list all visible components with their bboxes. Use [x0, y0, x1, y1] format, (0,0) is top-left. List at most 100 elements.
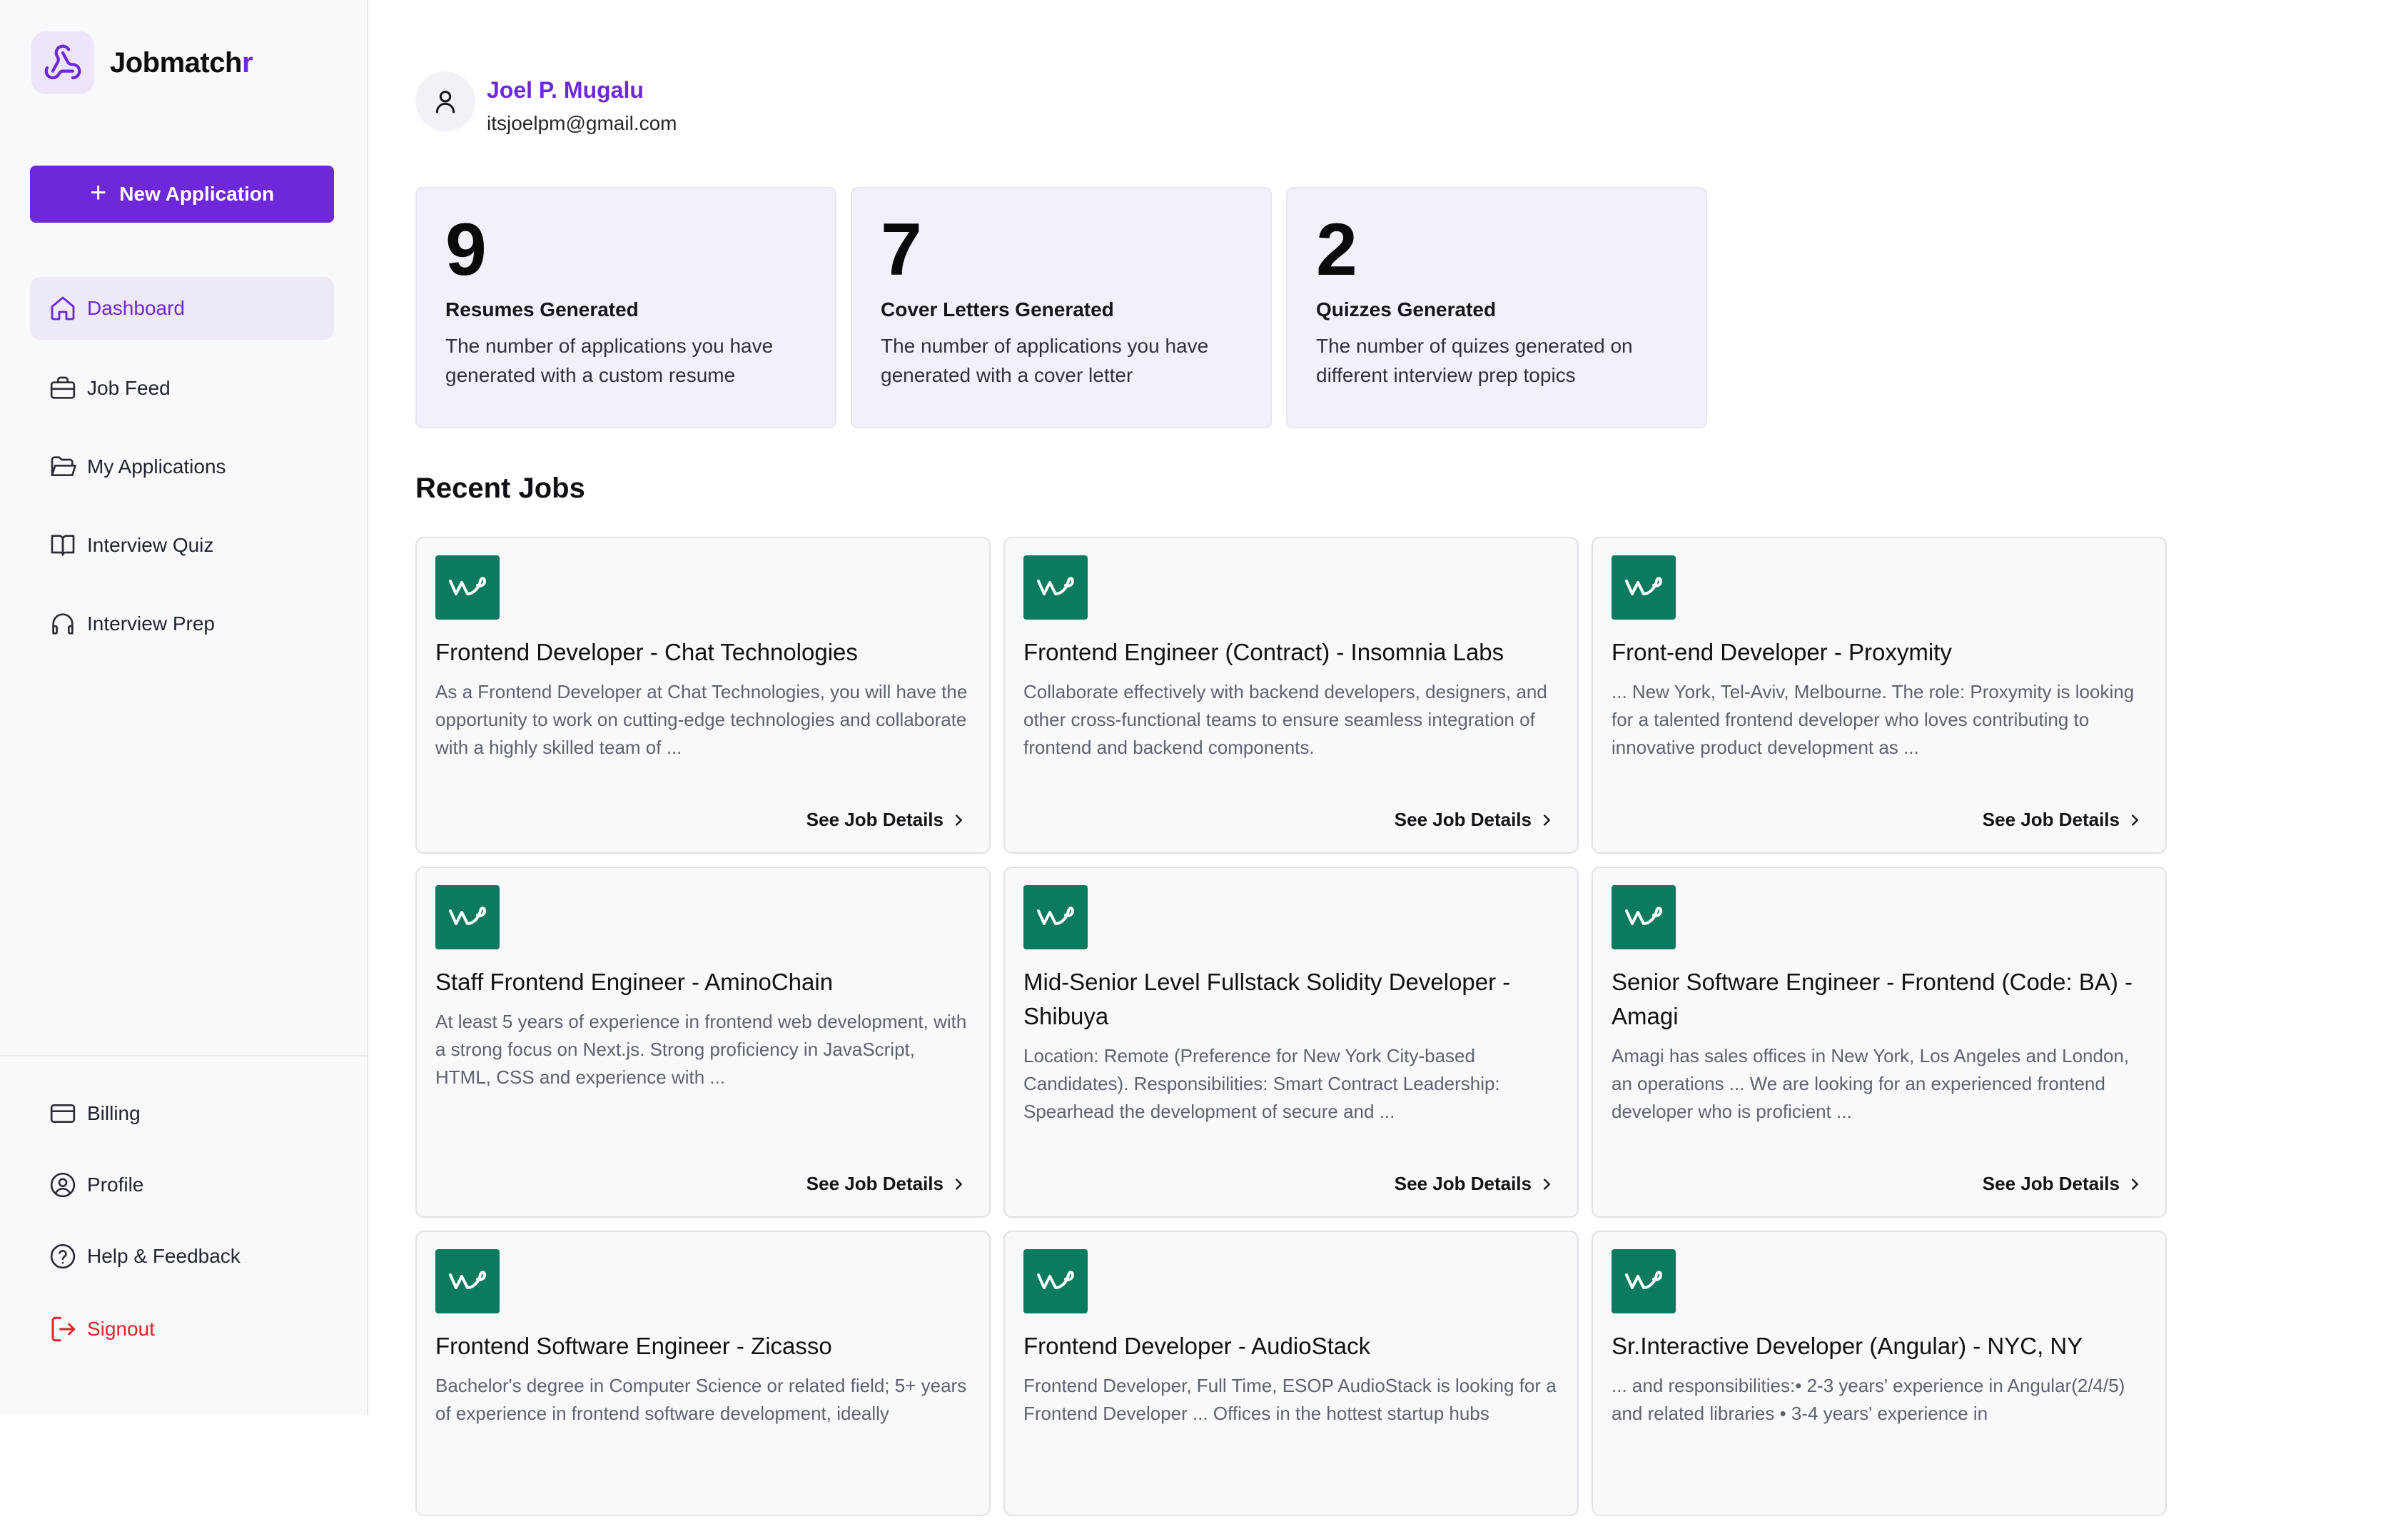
stat-title: Cover Letters Generated: [881, 298, 1114, 321]
sidebar-item-interview-prep[interactable]: Interview Prep: [30, 592, 334, 655]
logout-icon: [47, 1313, 79, 1345]
credit-card-icon: [47, 1098, 79, 1129]
stat-value: 9: [445, 208, 487, 291]
job-title: Frontend Developer - AudioStack: [1023, 1333, 1371, 1359]
sidebar-item-signout[interactable]: Signout: [30, 1298, 334, 1361]
job-card[interactable]: Staff Frontend Engineer - AminoChain At …: [415, 867, 991, 1218]
link-label: See Job Details: [806, 809, 944, 830]
sidebar-item-label: Job Feed: [87, 377, 171, 399]
sidebar-item-label: Billing: [87, 1102, 141, 1124]
recent-jobs-grid: Frontend Developer - Chat Technologies A…: [415, 537, 2167, 1529]
book-icon: [47, 530, 79, 561]
job-title: Frontend Engineer (Contract) - Insomnia …: [1023, 639, 1504, 665]
job-card[interactable]: Sr.Interactive Developer (Angular) - NYC…: [1592, 1231, 2167, 1516]
new-application-label: New Application: [119, 183, 275, 205]
link-label: See Job Details: [1982, 1173, 2120, 1194]
plus-icon: +: [89, 177, 107, 208]
see-job-details-link[interactable]: See Job Details: [806, 1173, 966, 1195]
sidebar-item-label: Dashboard: [87, 297, 185, 319]
job-description: Amagi has sales offices in New York, Los…: [1612, 1045, 2130, 1122]
chevron-right-icon: [951, 1176, 966, 1192]
job-title: Senior Software Engineer - Frontend (Cod…: [1612, 969, 2133, 1029]
user-circle-icon: [47, 1169, 79, 1201]
stat-value: 7: [881, 208, 922, 291]
see-job-details-link[interactable]: See Job Details: [1395, 809, 1554, 831]
stat-description: The number of applications you have gene…: [445, 335, 774, 386]
job-description: ... New York, Tel-Aviv, Melbourne. The r…: [1612, 681, 2135, 758]
recent-jobs-title: Recent Jobs: [415, 473, 585, 504]
stat-card-quizzes: 2 Quizzes Generated The number of quizes…: [1286, 187, 1707, 428]
chevron-right-icon: [2127, 812, 2143, 828]
sidebar-item-my-applications[interactable]: My Applications: [30, 435, 334, 498]
sidebar: Jobmatchr + New Application Dashboard Jo…: [0, 0, 368, 1415]
app-name: Jobmatchr: [110, 46, 253, 79]
app-root: Jobmatchr + New Application Dashboard Jo…: [0, 0, 2408, 1516]
job-description: At least 5 years of experience in fronte…: [435, 1011, 967, 1088]
see-job-details-link[interactable]: See Job Details: [1395, 1173, 1554, 1195]
help-circle-icon: [47, 1241, 79, 1272]
stat-card-cover-letters: 7 Cover Letters Generated The number of …: [851, 187, 1272, 428]
new-application-button[interactable]: + New Application: [30, 166, 334, 223]
job-card[interactable]: Frontend Developer - AudioStack Frontend…: [1003, 1231, 1579, 1516]
sidebar-item-help-feedback[interactable]: Help & Feedback: [30, 1225, 334, 1288]
company-logo-icon: [1023, 885, 1088, 949]
job-title: Mid-Senior Level Fullstack Solidity Deve…: [1023, 969, 1511, 1029]
chevron-right-icon: [1539, 812, 1554, 828]
sidebar-item-job-feed[interactable]: Job Feed: [30, 357, 334, 420]
stat-title: Resumes Generated: [445, 298, 639, 321]
stat-description: The number of applications you have gene…: [881, 335, 1209, 386]
chevron-right-icon: [951, 812, 966, 828]
user-name: Joel P. Mugalu: [487, 77, 644, 103]
chevron-right-icon: [1539, 1176, 1554, 1192]
company-logo-icon: [435, 1249, 500, 1313]
see-job-details-link[interactable]: See Job Details: [806, 809, 966, 831]
stats-row: 9 Resumes Generated The number of applic…: [415, 187, 1707, 428]
job-description: ... and responsibilities:• 2-3 years' ex…: [1612, 1375, 2125, 1424]
job-description: Collaborate effectively with backend dev…: [1023, 681, 1547, 758]
sidebar-item-label: Signout: [87, 1318, 155, 1340]
sidebar-item-label: Interview Quiz: [87, 534, 214, 556]
job-card[interactable]: Frontend Engineer (Contract) - Insomnia …: [1003, 537, 1579, 854]
home-icon: [47, 293, 79, 324]
link-label: See Job Details: [1394, 809, 1532, 830]
stat-description: The number of quizes generated on differ…: [1316, 335, 1633, 386]
webhook-logo-icon: [31, 31, 94, 94]
headphones-icon: [47, 608, 79, 640]
company-logo-icon: [1023, 555, 1088, 620]
sidebar-item-interview-quiz[interactable]: Interview Quiz: [30, 514, 334, 577]
avatar[interactable]: [415, 71, 475, 131]
see-job-details-link[interactable]: See Job Details: [1983, 1173, 2143, 1195]
user-email: itsjoelpm@gmail.com: [487, 112, 677, 134]
job-description: Location: Remote (Preference for New Yor…: [1023, 1045, 1500, 1122]
link-label: See Job Details: [1982, 809, 2120, 830]
briefcase-icon: [47, 373, 79, 404]
company-logo-icon: [1612, 885, 1676, 949]
job-description: Bachelor's degree in Computer Science or…: [435, 1375, 967, 1424]
sidebar-divider: [0, 1055, 368, 1056]
company-logo-icon: [1612, 555, 1676, 620]
sidebar-item-label: Profile: [87, 1174, 144, 1196]
sidebar-item-label: Help & Feedback: [87, 1245, 241, 1267]
see-job-details-link[interactable]: See Job Details: [1983, 809, 2143, 831]
company-logo-icon: [1023, 1249, 1088, 1313]
job-card[interactable]: Mid-Senior Level Fullstack Solidity Deve…: [1003, 867, 1579, 1218]
job-card[interactable]: Frontend Developer - Chat Technologies A…: [415, 537, 991, 854]
sidebar-item-billing[interactable]: Billing: [30, 1082, 334, 1145]
chevron-right-icon: [2127, 1176, 2143, 1192]
job-description: Frontend Developer, Full Time, ESOP Audi…: [1023, 1375, 1557, 1424]
folder-icon: [47, 451, 79, 483]
company-logo-icon: [1612, 1249, 1676, 1313]
sidebar-item-profile[interactable]: Profile: [30, 1154, 334, 1216]
sidebar-item-label: My Applications: [87, 455, 226, 478]
sidebar-item-label: Interview Prep: [87, 612, 215, 635]
company-logo-icon: [435, 885, 500, 949]
stat-value: 2: [1316, 208, 1357, 291]
job-title: Staff Frontend Engineer - AminoChain: [435, 969, 834, 995]
company-logo-icon: [435, 555, 500, 620]
sidebar-item-dashboard[interactable]: Dashboard: [30, 277, 334, 340]
job-card[interactable]: Front-end Developer - Proxymity ... New …: [1592, 537, 2167, 854]
job-description: As a Frontend Developer at Chat Technolo…: [435, 681, 968, 758]
job-card[interactable]: Frontend Software Engineer - Zicasso Bac…: [415, 1231, 991, 1516]
job-card[interactable]: Senior Software Engineer - Frontend (Cod…: [1592, 867, 2167, 1218]
app-logo[interactable]: Jobmatchr: [31, 31, 253, 94]
